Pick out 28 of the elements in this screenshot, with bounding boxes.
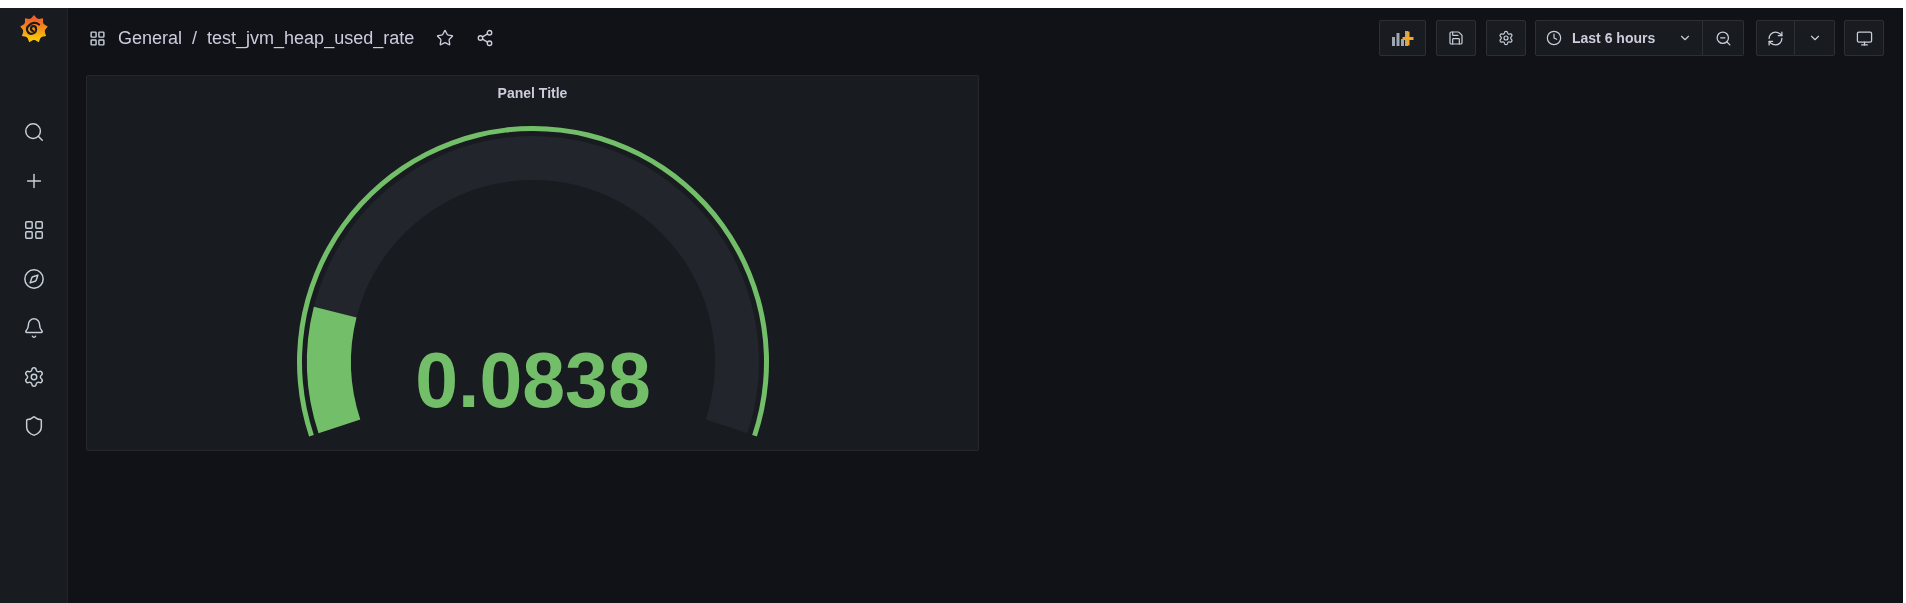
search-icon[interactable] bbox=[22, 121, 45, 143]
bell-icon[interactable] bbox=[22, 317, 45, 339]
settings-icon bbox=[1498, 30, 1514, 46]
dashboard-title: test_jvm_heap_used_rate bbox=[207, 26, 415, 51]
settings-button[interactable] bbox=[1486, 20, 1526, 56]
monitor-icon bbox=[1855, 29, 1873, 47]
zoom-out-icon bbox=[1714, 29, 1732, 47]
grid-icon bbox=[89, 29, 106, 47]
gauge-value: 0.0838 bbox=[414, 337, 651, 423]
grid-icon[interactable] bbox=[22, 219, 45, 241]
save-icon bbox=[1448, 30, 1464, 46]
clock-icon bbox=[1546, 30, 1562, 46]
tv-mode-button[interactable] bbox=[1844, 20, 1884, 56]
refresh-icon bbox=[1767, 29, 1784, 47]
settings-icon[interactable] bbox=[22, 366, 45, 388]
time-range-picker[interactable]: Last 6 hours bbox=[1535, 20, 1703, 56]
logo-icon[interactable] bbox=[18, 14, 49, 44]
star-icon[interactable] bbox=[436, 29, 455, 47]
refresh-button[interactable] bbox=[1756, 20, 1795, 56]
bar-chart-plus-icon bbox=[1391, 30, 1414, 46]
share-icon[interactable] bbox=[476, 29, 495, 47]
save-button[interactable] bbox=[1436, 20, 1476, 56]
add-panel-button[interactable] bbox=[1379, 20, 1426, 56]
breadcrumb-separator: / bbox=[192, 26, 198, 50]
zoom-out-button[interactable] bbox=[1703, 20, 1744, 56]
folder-link[interactable]: General bbox=[118, 24, 183, 52]
compass-icon[interactable] bbox=[22, 268, 45, 290]
panel-title[interactable]: Panel Title bbox=[497, 84, 568, 102]
